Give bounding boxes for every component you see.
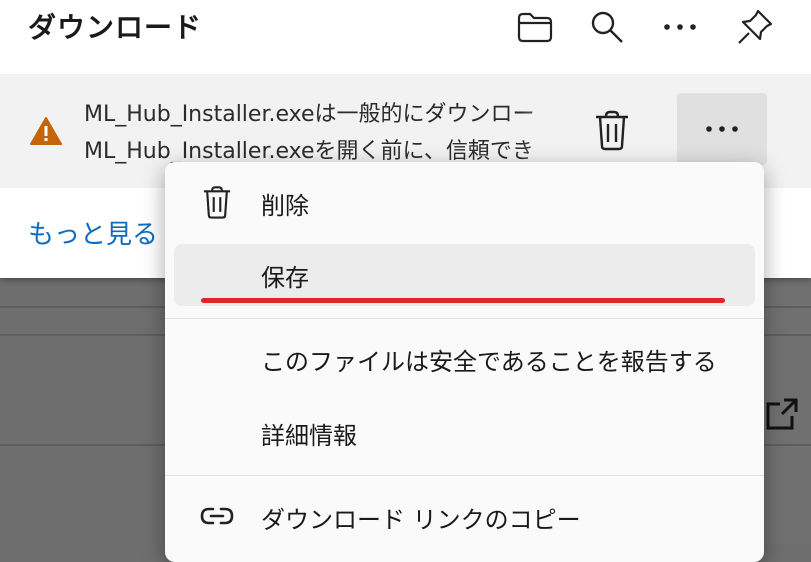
show-more-link[interactable]: もっと見る xyxy=(28,214,158,251)
trash-icon xyxy=(199,184,235,220)
menu-item-copy-link[interactable]: ダウンロード リンクのコピー xyxy=(165,486,764,548)
menu-item-details[interactable]: 詳細情報 xyxy=(165,402,764,464)
search-button[interactable] xyxy=(584,4,630,50)
panel-title: ダウンロード xyxy=(28,11,203,44)
pin-button[interactable] xyxy=(732,4,778,50)
open-external-icon[interactable] xyxy=(760,396,800,436)
menu-item-label: このファイルは安全であることを報告する xyxy=(261,348,717,376)
menu-item-label: 削除 xyxy=(261,192,309,220)
download-message-line1: ML_Hub_Installer.exeは一般的にダウンロー xyxy=(84,102,535,127)
more-icon xyxy=(706,126,738,132)
folder-icon xyxy=(517,12,553,43)
delete-download-button[interactable] xyxy=(590,108,634,152)
open-folder-button[interactable] xyxy=(512,4,558,50)
link-icon xyxy=(199,498,235,534)
menu-item-save[interactable]: 保存 xyxy=(174,244,755,306)
menu-item-label: 保存 xyxy=(261,264,309,292)
more-options-button[interactable] xyxy=(657,4,703,50)
warning-icon xyxy=(30,116,62,146)
highlight-underline xyxy=(201,298,725,303)
menu-item-report-safe[interactable]: このファイルは安全であることを報告する xyxy=(165,328,764,390)
more-icon xyxy=(664,24,696,30)
menu-separator xyxy=(165,475,764,476)
context-menu: 削除 保存 このファイルは安全であることを報告する 詳細情報 ダウンロード リン… xyxy=(165,162,764,562)
menu-item-delete[interactable]: 削除 xyxy=(165,172,764,234)
menu-item-label: ダウンロード リンクのコピー xyxy=(261,506,581,534)
search-icon xyxy=(591,11,623,43)
trash-icon xyxy=(596,110,628,151)
download-message: ML_Hub_Installer.exeは一般的にダウンロー ML_Hub_In… xyxy=(84,96,570,170)
menu-separator xyxy=(165,318,764,319)
pin-icon xyxy=(738,9,773,44)
menu-item-label: 詳細情報 xyxy=(261,422,357,450)
item-more-button[interactable] xyxy=(677,93,767,165)
